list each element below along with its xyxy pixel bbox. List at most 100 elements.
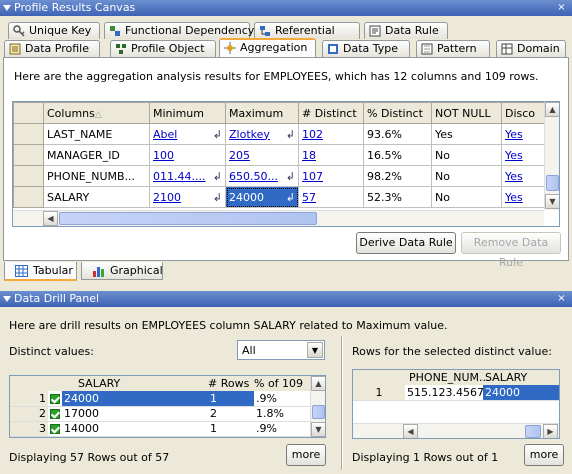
cell-salary[interactable]: 17000 [62,406,208,422]
more-button[interactable]: more [286,444,326,466]
column-header[interactable]: Disco [501,102,547,124]
cell-distinct[interactable]: 18 [298,144,364,166]
scroll-up-icon[interactable]: ▲ [311,376,325,391]
row-header[interactable] [13,123,44,145]
tab-profile-object[interactable]: Profile Object [110,40,216,57]
column-header[interactable]: % Distinct [363,102,432,124]
discovered-link[interactable]: Yes [505,149,523,162]
splitter[interactable] [341,336,342,470]
vertical-scrollbar[interactable]: ▲ ▼ [544,102,559,210]
remove-data-rule-button[interactable]: Remove Data Rule [461,232,561,269]
tab-domain[interactable]: Domain [496,40,566,57]
collapse-icon[interactable] [3,5,11,11]
maximum-link[interactable]: 650.50... [229,170,278,183]
discovered-link[interactable]: Yes [505,191,523,204]
cell-maximum-selected[interactable]: 24000 ↲ [225,186,299,208]
table-row[interactable]: 3 14000 1 .9% [10,421,311,437]
maximum-link[interactable]: 205 [229,149,250,162]
scroll-left-icon[interactable]: ◀ [403,424,418,438]
scroll-left-icon[interactable]: ◀ [43,211,58,226]
scroll-right-icon[interactable]: ▶ [543,424,558,438]
scroll-up-icon[interactable]: ▲ [545,102,559,117]
close-icon[interactable]: × [555,293,568,305]
cell-salary[interactable]: 14000 [62,421,208,437]
table-row[interactable]: 1 24000 1 .9% [10,391,311,407]
table-row[interactable]: MANAGER_ID 100 205 18 16.5% No Yes [13,144,547,166]
distinct-link[interactable]: 107 [302,170,323,183]
tab-pattern[interactable]: Pattern [416,40,490,57]
derive-data-rule-button[interactable]: Derive Data Rule [356,232,456,254]
column-header[interactable]: Columns△ [43,102,150,124]
tab-tabular[interactable]: Tabular [4,262,77,281]
scroll-down-icon[interactable]: ▼ [311,422,325,437]
checkbox-checked-icon[interactable] [50,424,60,434]
column-header[interactable]: NOT NULL [431,102,502,124]
column-header[interactable]: # Distinct [298,102,364,124]
table-row[interactable]: 2 17000 2 1.8% [10,406,311,422]
close-icon[interactable]: × [555,2,568,14]
maximum-link[interactable]: Zlotkey [229,128,270,141]
tab-aggregation[interactable]: Aggregation [219,38,316,57]
tab-data-profile[interactable]: Data Profile [4,40,100,57]
tab-data-type[interactable]: Data Type [322,40,410,57]
minimum-link[interactable]: 2100 [153,191,181,204]
cell-minimum[interactable]: 100 [149,144,226,166]
column-header[interactable]: SALARY [78,377,120,390]
tab-functional-dependency[interactable]: Functional Dependency [104,22,254,39]
drill-icon[interactable]: ↲ [286,191,295,204]
cell-salary[interactable]: 24000 [483,385,559,401]
horizontal-scrollbar[interactable]: ◀ [13,210,544,226]
cell-maximum[interactable]: 205 [225,144,299,166]
column-header[interactable]: # Rows [208,377,249,390]
cell-check[interactable] [48,391,62,407]
cell-check[interactable] [48,406,62,422]
row-header[interactable] [13,186,44,208]
drill-icon[interactable]: ↲ [213,170,222,183]
column-header[interactable]: Maximum [225,102,299,124]
discovered-link[interactable]: Yes [505,170,523,183]
cell-phone[interactable]: 515.123.4567 [405,385,483,401]
scroll-down-icon[interactable]: ▼ [545,194,559,209]
table-row[interactable]: SALARY 2100 ↲ 24000 ↲ 57 52.3% No Yes [13,186,547,208]
scroll-thumb[interactable] [59,212,317,225]
distinct-values-select[interactable]: All ▼ [237,340,325,360]
drill-icon[interactable]: ↲ [286,128,295,141]
vertical-scrollbar[interactable]: ▲ ▼ [310,376,325,437]
cell-discovered[interactable]: Yes [501,186,547,208]
checkbox-checked-icon[interactable] [50,393,60,404]
drill-icon[interactable]: ↲ [213,128,222,141]
more-button[interactable]: more [524,444,564,466]
cell-minimum[interactable]: 2100 ↲ [149,186,226,208]
cell-discovered[interactable]: Yes [501,123,547,145]
cell-minimum[interactable]: 011.44.... ↲ [149,165,226,187]
cell-distinct[interactable]: 102 [298,123,364,145]
tab-data-rule[interactable]: Data Rule [364,22,448,39]
scroll-thumb[interactable] [525,425,541,438]
cell-salary[interactable]: 24000 [62,391,208,407]
cell-maximum[interactable]: Zlotkey ↲ [225,123,299,145]
minimum-link[interactable]: Abel [153,128,177,141]
drill-icon[interactable]: ↲ [286,170,295,183]
table-row[interactable]: LAST_NAME Abel ↲ Zlotkey ↲ 102 93.6% Yes Y… [13,123,547,145]
distinct-link[interactable]: 18 [302,149,316,162]
distinct-link[interactable]: 57 [302,191,316,204]
column-header[interactable]: % of 109 [254,377,303,390]
column-header[interactable]: SALARY [485,371,527,384]
discovered-link[interactable]: Yes [505,128,523,141]
distinct-link[interactable]: 102 [302,128,323,141]
tab-unique-key[interactable]: Unique Key [8,22,100,39]
row-header[interactable] [13,165,44,187]
cell-discovered[interactable]: Yes [501,165,547,187]
table-row[interactable]: PHONE_NUMB... 011.44.... ↲ 650.50... ↲ 107… [13,165,547,187]
cell-distinct[interactable]: 57 [298,186,364,208]
horizontal-scrollbar[interactable]: ◀ ▶ [353,423,559,438]
column-header[interactable]: Minimum [149,102,226,124]
minimum-link[interactable]: 100 [153,149,174,162]
drill-icon[interactable]: ↲ [213,191,222,204]
table-row[interactable]: 1 515.123.4567 24000 [353,385,559,401]
cell-discovered[interactable]: Yes [501,144,547,166]
row-header[interactable] [13,144,44,166]
scroll-thumb[interactable] [312,405,325,419]
cell-maximum[interactable]: 650.50... ↲ [225,165,299,187]
maximum-link[interactable]: 24000 [229,191,264,204]
